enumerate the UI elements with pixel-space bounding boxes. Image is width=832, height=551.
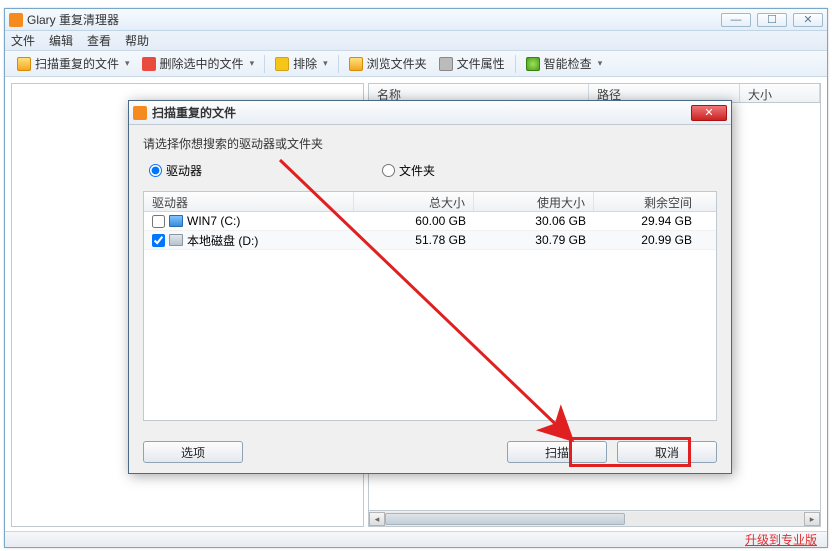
- th-free[interactable]: 剩余空间: [594, 192, 716, 211]
- horizontal-scrollbar[interactable]: ◂ ▸: [368, 511, 821, 527]
- window-title: Glary 重复清理器: [27, 11, 721, 28]
- dialog-title: 扫描重复的文件: [152, 104, 691, 121]
- dialog-close-button[interactable]: ✕: [691, 105, 727, 121]
- menubar: 文件 编辑 查看 帮助: [5, 31, 827, 51]
- th-drive[interactable]: 驱动器: [144, 192, 354, 211]
- scan-button[interactable]: 扫描: [507, 441, 607, 463]
- delete-icon: [142, 57, 156, 71]
- table-row[interactable]: WIN7 (C:) 60.00 GB 30.06 GB 29.94 GB: [144, 212, 716, 231]
- tool-scan-duplicates[interactable]: 扫描重复的文件▾: [11, 53, 136, 74]
- statusbar: 升级到专业版: [5, 531, 827, 547]
- dialog-icon: [133, 106, 147, 120]
- table-row[interactable]: 本地磁盘 (D:) 51.78 GB 30.79 GB 20.99 GB: [144, 231, 716, 250]
- properties-icon: [439, 57, 453, 71]
- options-button[interactable]: 选项: [143, 441, 243, 463]
- tool-exclude[interactable]: 排除▾: [269, 53, 334, 74]
- th-total[interactable]: 总大小: [354, 192, 474, 211]
- radio-folder[interactable]: 文件夹: [382, 162, 435, 179]
- scroll-left-button[interactable]: ◂: [369, 512, 385, 526]
- tool-browse-folder[interactable]: 浏览文件夹: [343, 53, 433, 74]
- titlebar: Glary 重复清理器 — ☐ ✕: [5, 9, 827, 31]
- cancel-button[interactable]: 取消: [617, 441, 717, 463]
- maximize-button[interactable]: ☐: [757, 13, 787, 27]
- toolbar: 扫描重复的文件▾ 删除选中的文件▾ 排除▾ 浏览文件夹 文件属性 智能检查▾: [5, 51, 827, 77]
- dialog-instruction: 请选择你想搜索的驱动器或文件夹: [143, 135, 717, 152]
- menu-file[interactable]: 文件: [11, 32, 35, 49]
- menu-edit[interactable]: 编辑: [49, 32, 73, 49]
- menu-help[interactable]: 帮助: [125, 32, 149, 49]
- menu-view[interactable]: 查看: [87, 32, 111, 49]
- scroll-right-button[interactable]: ▸: [804, 512, 820, 526]
- close-button[interactable]: ✕: [793, 13, 823, 27]
- drive-table: 驱动器 总大小 使用大小 剩余空间 WIN7 (C:) 60.00 GB 30.…: [143, 191, 717, 421]
- th-used[interactable]: 使用大小: [474, 192, 594, 211]
- scroll-thumb[interactable]: [385, 513, 625, 525]
- folder-icon: [349, 57, 363, 71]
- app-icon: [9, 13, 23, 27]
- upgrade-link[interactable]: 升级到专业版: [745, 531, 817, 548]
- tool-file-properties[interactable]: 文件属性: [433, 53, 511, 74]
- col-size[interactable]: 大小: [740, 84, 820, 102]
- drive-icon: [169, 234, 183, 246]
- exclude-icon: [275, 57, 289, 71]
- dialog-scan-duplicates: 扫描重复的文件 ✕ 请选择你想搜索的驱动器或文件夹 驱动器 文件夹 驱动器 总大…: [128, 100, 732, 474]
- drive-checkbox[interactable]: [152, 234, 165, 247]
- scan-icon: [17, 57, 31, 71]
- drive-icon: [169, 215, 183, 227]
- dialog-titlebar: 扫描重复的文件 ✕: [129, 101, 731, 125]
- tool-delete-selected[interactable]: 删除选中的文件▾: [136, 53, 261, 74]
- radio-drive[interactable]: 驱动器: [149, 162, 202, 179]
- minimize-button[interactable]: —: [721, 13, 751, 27]
- check-icon: [526, 57, 540, 71]
- tool-smart-check[interactable]: 智能检查▾: [520, 53, 609, 74]
- drive-checkbox[interactable]: [152, 215, 165, 228]
